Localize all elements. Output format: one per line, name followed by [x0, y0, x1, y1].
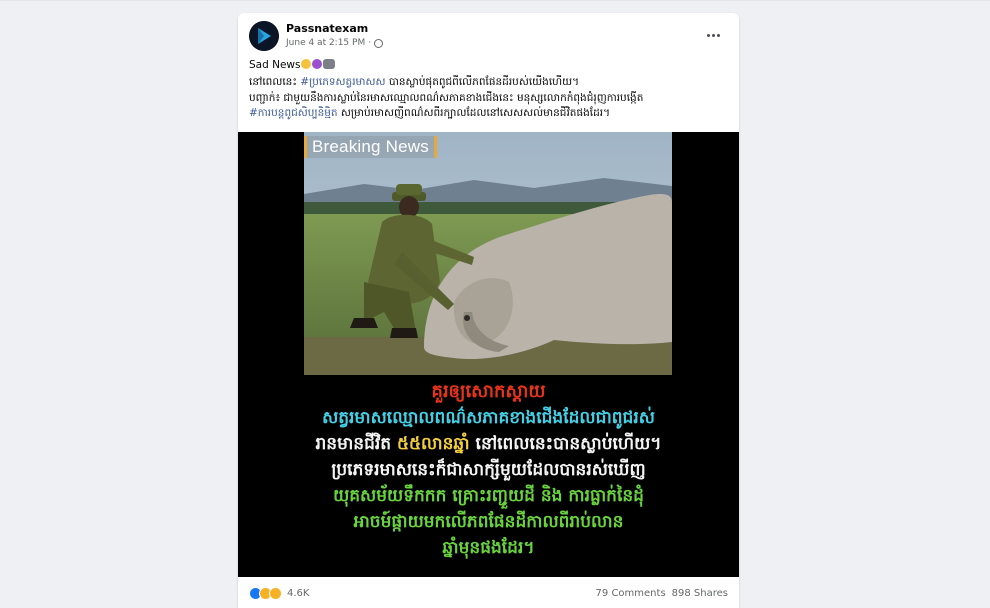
post-timestamp[interactable]: June 4 at 2:15 PM	[286, 38, 365, 48]
caption-line-7: ឆ្នាំមុនផងដែរ។	[442, 538, 535, 558]
post-text-line2: នៅពេលនេះ	[249, 75, 301, 88]
hashtag-white-rhino[interactable]: #ប្រភេទសត្វរមាសស	[300, 76, 385, 88]
rhino-icon	[323, 59, 336, 69]
post-header: Passnatexam June 4 at 2:15 PM ·	[249, 21, 729, 53]
post-meta: June 4 at 2:15 PM ·	[286, 38, 384, 48]
reaction-count[interactable]: 4.6K	[287, 588, 309, 599]
breaking-news-banner: Breaking News	[304, 136, 437, 158]
post-media[interactable]: Breaking News គួរឲ្យសោកស្តាយ សត្វរមាសឈ្ម…	[238, 132, 739, 577]
caption-line-6: អាចម៍ផ្កាយមកលើភពផែនដីកាលពីរាប់លាន	[353, 512, 624, 532]
caption-line-3-post: នៅពេលនេះបានស្លាប់ហើយ។	[469, 434, 662, 454]
author-name[interactable]: Passnatexam	[286, 22, 368, 35]
avatar[interactable]	[249, 21, 279, 51]
purple-heart-icon	[312, 59, 323, 69]
post-text-line4-suffix: សម្រាប់រមាសញីពណ៌សពីរក្បាលដែលនៅសេសសល់មានជ…	[337, 106, 611, 119]
wow-reaction-icon	[269, 587, 282, 600]
post-text-line3: បញ្ជាក់៖ ជាមួយនឹងការស្លាប់នៃរមាសឈ្មោលពណ៌…	[249, 92, 644, 104]
caption-line-2: សត្វរមាសឈ្មោលពណ៌សភាគខាងជើងដែលជាពូជរស់	[322, 408, 655, 428]
more-options-icon[interactable]	[703, 27, 723, 43]
caption-line-3: រានមានជីវិត ៥៥លានឆ្នាំ នៅពេលនេះបានស្លាប់…	[238, 431, 739, 457]
globe-icon	[374, 38, 384, 48]
post-text: Sad News នៅពេលនេះ #ប្រភេទសត្វរមាសស បានស្…	[249, 58, 733, 122]
reactions-summary[interactable]: 4.6K	[249, 587, 309, 600]
shares-count[interactable]: 898 Shares	[672, 588, 728, 599]
caption-overlay: គួរឲ្យសោកស្តាយ សត្វរមាសឈ្មោលពណ៌សភាគខាងជើ…	[238, 375, 739, 561]
caption-line-5: យុគសម័យទឹកកក គ្រោះរញ្ជួយដី និង ការធ្លាក់…	[333, 486, 644, 506]
meta-separator: ·	[368, 38, 372, 48]
post-card: Passnatexam June 4 at 2:15 PM · Sad News…	[238, 13, 739, 608]
post-footer: 4.6K 79 Comments 898 Shares	[238, 581, 739, 608]
caption-line-4: ប្រភេទរមាសនេះក៏ជាសាក្សីមួយដែលបានរស់ឃើញ	[331, 460, 646, 480]
top-divider	[0, 0, 990, 1]
caption-line-1: គួរឲ្យសោកស្តាយ	[431, 381, 546, 402]
hashtag-artificial-breeding[interactable]: #ការបន្តពូជសិប្បនិម្មិត	[249, 107, 338, 119]
post-text-line2-suffix: បានស្លាប់ផុតពូជពីលើភពផែនដីរបស់យើងហើយ។	[385, 75, 580, 88]
rhino-photo	[304, 132, 672, 375]
sad-face-icon	[301, 59, 312, 69]
caption-highlight-years: ៥៥លានឆ្នាំ	[396, 434, 470, 454]
engagement-stats: 79 Comments 898 Shares	[596, 588, 728, 599]
comments-count[interactable]: 79 Comments	[596, 588, 666, 599]
caption-line-3-pre: រានមានជីវិត	[315, 434, 397, 454]
post-text-line1: Sad News	[249, 59, 301, 71]
